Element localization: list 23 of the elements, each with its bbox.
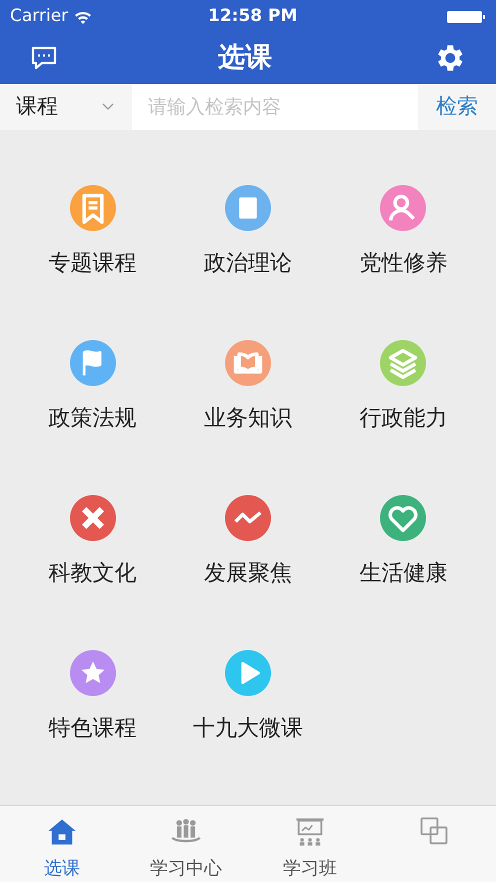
category-item[interactable]: 生活健康 bbox=[359, 495, 448, 590]
category-item[interactable]: 党性修养 bbox=[359, 185, 448, 280]
category-item[interactable]: 业务知识 bbox=[204, 340, 292, 435]
category-item[interactable]: 政策法规 bbox=[48, 340, 137, 435]
tab[interactable]: 学习班 bbox=[248, 806, 372, 882]
search-field[interactable]: 请输入检索内容 bbox=[132, 84, 418, 130]
scope-dropdown[interactable]: 课程 bbox=[0, 84, 132, 130]
category-item[interactable]: 政治理论 bbox=[204, 185, 292, 280]
category-item[interactable]: 十九大微课 bbox=[192, 650, 303, 745]
category-item[interactable]: 科教文化 bbox=[48, 495, 137, 590]
search-button[interactable]: 检索 bbox=[418, 84, 496, 130]
battery-icon bbox=[446, 8, 486, 24]
category-item[interactable]: 专题课程 bbox=[48, 185, 137, 280]
chevron-down-icon bbox=[102, 102, 114, 111]
clock-time: 12:58 PM bbox=[208, 4, 298, 28]
category-item[interactable]: 行政能力 bbox=[359, 340, 448, 435]
carrier-label: Carrier bbox=[10, 4, 68, 28]
category-item[interactable]: 特色课程 bbox=[48, 650, 137, 745]
category-item[interactable]: 发展聚焦 bbox=[204, 495, 292, 590]
wifi-icon bbox=[74, 10, 92, 24]
tab[interactable]: 选课 bbox=[0, 806, 124, 882]
page-title: 选课 bbox=[218, 41, 272, 76]
tab[interactable]: 学习中心 bbox=[124, 806, 248, 882]
